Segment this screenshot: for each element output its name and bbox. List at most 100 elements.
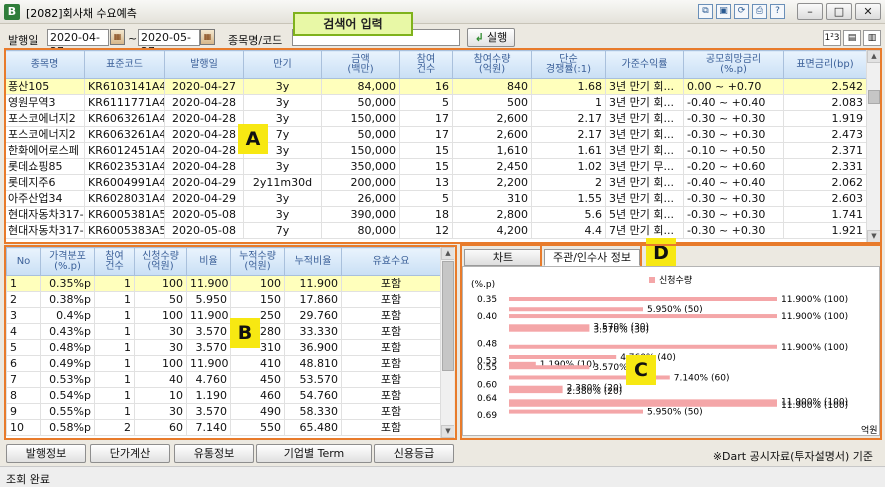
table-cell: 4 <box>6 323 41 340</box>
table-row[interactable]: 1 0.35%p 1 100 11.900 100 11.900 포함 <box>6 275 441 292</box>
column-header[interactable]: 발행일 <box>164 50 244 79</box>
table-cell: 50,000 <box>321 126 400 143</box>
table-row[interactable]: 포스코에너지2KR6063261A462020-04-287y50,000172… <box>4 126 867 143</box>
table-cell: 2020-04-28 <box>164 110 244 127</box>
column-header[interactable]: 비율 <box>186 247 231 276</box>
column-header[interactable]: 만기 <box>243 50 322 79</box>
link-icon[interactable]: ⧉ <box>698 4 713 19</box>
table-row[interactable]: 5 0.48%p 1 30 3.570 310 36.900 포함 <box>6 339 441 356</box>
date-from-input[interactable]: 2020-04-27 <box>47 29 109 58</box>
column-header[interactable]: 참여수량 (억원) <box>452 50 532 79</box>
minimize-button[interactable]: – <box>797 3 823 20</box>
number-format-icon[interactable]: 1²3 <box>823 30 841 46</box>
print-icon[interactable]: ⎙ <box>752 4 767 19</box>
table-row[interactable]: 한화에어로스페KR6012451A442020-04-283y150,00015… <box>4 142 867 159</box>
calendar-icon[interactable]: ▦ <box>110 29 125 45</box>
tab-underwriter-info[interactable]: 주관/인수사 정보 <box>544 249 640 266</box>
region-b-label: B <box>230 318 260 348</box>
column-header[interactable]: 유효수요 <box>341 247 441 276</box>
table-cell: 2.371 <box>783 142 867 159</box>
table-row[interactable]: 2 0.38%p 1 50 5.950 150 17.860 포함 <box>6 291 441 308</box>
window-icon[interactable]: ▣ <box>716 4 731 19</box>
table-cell: 포함 <box>341 339 441 356</box>
table-row[interactable]: 4 0.43%p 1 30 3.570 280 33.330 포함 <box>6 323 441 340</box>
credit-rating-button[interactable]: 신용등급 <box>374 444 454 463</box>
table-row[interactable]: 현대자동차317-KR6005383A582020-05-087y80,0001… <box>4 222 867 239</box>
table-row[interactable]: 롯데지주6KR6004991A482020-04-292y11m30d200,0… <box>4 174 867 191</box>
table-row[interactable]: 9 0.55%p 1 30 3.570 490 58.330 포함 <box>6 403 441 420</box>
issue-info-button[interactable]: 발행정보 <box>6 444 86 463</box>
column-header[interactable]: 참여 건수 <box>94 247 135 276</box>
column-header[interactable]: 신청수량 (억원) <box>134 247 187 276</box>
table-row[interactable]: 영원무역3KR6111771A472020-04-283y50,00055001… <box>4 94 867 111</box>
term-structure-button[interactable]: 기업별 Term Structure <box>256 444 372 477</box>
table-cell: 3.570 <box>186 403 231 420</box>
table-row[interactable]: 현대자동차317-KR6005381A502020-05-083y390,000… <box>4 206 867 223</box>
circulation-info-button[interactable]: 유통정보 <box>174 444 254 463</box>
table-row[interactable]: 롯데쇼핑85KR6023531A452020-04-283y350,000152… <box>4 158 867 175</box>
table-row[interactable]: 아주산업34KR6028031A492020-04-293y26,0005310… <box>4 190 867 207</box>
grid-b-scrollbar[interactable]: ▲ ▼ <box>440 247 454 438</box>
chart-icon[interactable]: ▥ <box>863 30 881 46</box>
column-header[interactable]: 누적비율 <box>284 247 342 276</box>
y-tick-label: 0.48 <box>477 339 497 349</box>
table-cell: 2020-04-28 <box>164 126 244 143</box>
close-button[interactable]: ✕ <box>855 3 881 20</box>
header-text: 가격분포 <box>49 250 86 262</box>
table-row[interactable]: 3 0.4%p 1 100 11.900 250 29.760 포함 <box>6 307 441 324</box>
y-tick-label: 0.69 <box>477 411 497 421</box>
column-header[interactable]: 가준수익률 <box>605 50 684 79</box>
table-row[interactable]: 8 0.54%p 1 10 1.190 460 54.760 포함 <box>6 387 441 404</box>
help-icon[interactable]: ? <box>770 4 785 19</box>
bar <box>509 409 643 414</box>
table-cell: 100 <box>230 275 285 292</box>
table-cell: 390,000 <box>321 206 400 223</box>
table-cell: 50,000 <box>321 94 400 111</box>
calendar-icon[interactable]: ▦ <box>200 29 215 45</box>
bar <box>509 385 563 390</box>
table-cell: 0.38%p <box>40 291 95 308</box>
price-calc-button[interactable]: 단가계산 <box>90 444 170 463</box>
table-row[interactable]: 6 0.49%p 1 100 11.900 410 48.810 포함 <box>6 355 441 372</box>
table-row[interactable]: 10 0.58%p 2 60 7.140 550 65.480 포함 <box>6 419 441 436</box>
header-text: 단순 <box>559 53 578 65</box>
header-text: 표준코드 <box>106 58 143 70</box>
column-header[interactable]: 표준코드 <box>84 50 165 79</box>
table-cell: 2020-04-28 <box>164 94 244 111</box>
excel-icon[interactable]: ▤ <box>843 30 861 46</box>
table-row[interactable]: 7 0.53%p 1 40 4.760 450 53.570 포함 <box>6 371 441 388</box>
header-text: No <box>16 255 31 267</box>
column-header[interactable]: 표면금리(bp) <box>783 50 867 79</box>
table-cell: 30 <box>134 339 187 356</box>
table-row[interactable]: 포스코에너지2KR6063261A472020-04-283y150,00017… <box>4 110 867 127</box>
table-cell: KR6103141A47 <box>84 78 165 95</box>
table-cell: 7 <box>6 371 41 388</box>
table-cell: 100 <box>134 307 187 324</box>
table-cell: 2020-04-28 <box>164 142 244 159</box>
maximize-button[interactable]: □ <box>826 3 852 20</box>
search-callout: 검색어 입력 <box>293 12 413 36</box>
table-cell: 포함 <box>341 403 441 420</box>
table-cell: 4,200 <box>452 222 532 239</box>
column-header[interactable]: 금액 (백만) <box>321 50 400 79</box>
table-cell: 1 <box>531 94 606 111</box>
refresh-icon[interactable]: ⟳ <box>734 4 749 19</box>
grid-a-scrollbar[interactable]: ▲ ▼ <box>866 50 880 243</box>
column-header[interactable]: No <box>6 247 41 276</box>
table-cell: 2020-04-29 <box>164 174 244 191</box>
table-cell: 550 <box>230 419 285 436</box>
column-header[interactable]: 누적수량 (억원) <box>230 247 285 276</box>
table-cell: 롯데지주6 <box>4 174 85 191</box>
run-button[interactable]: ↲ 실행 <box>467 28 515 47</box>
column-header[interactable]: 가격분포 (%.p) <box>40 247 95 276</box>
table-cell: 2 <box>6 291 41 308</box>
date-to-input[interactable]: 2020-05-27 <box>138 29 200 58</box>
column-header[interactable]: 종목명 <box>4 50 85 79</box>
table-cell: KR6005381A50 <box>84 206 165 223</box>
tab-chart[interactable]: 차트 <box>464 249 542 266</box>
column-header[interactable]: 단순 경쟁률(:1) <box>531 50 606 79</box>
table-cell: 포함 <box>341 291 441 308</box>
column-header[interactable]: 참여 건수 <box>399 50 453 79</box>
column-header[interactable]: 공모희망금리 (%.p) <box>683 50 784 79</box>
table-row[interactable]: 풍산105KR6103141A472020-04-273y84,00016840… <box>4 78 867 95</box>
